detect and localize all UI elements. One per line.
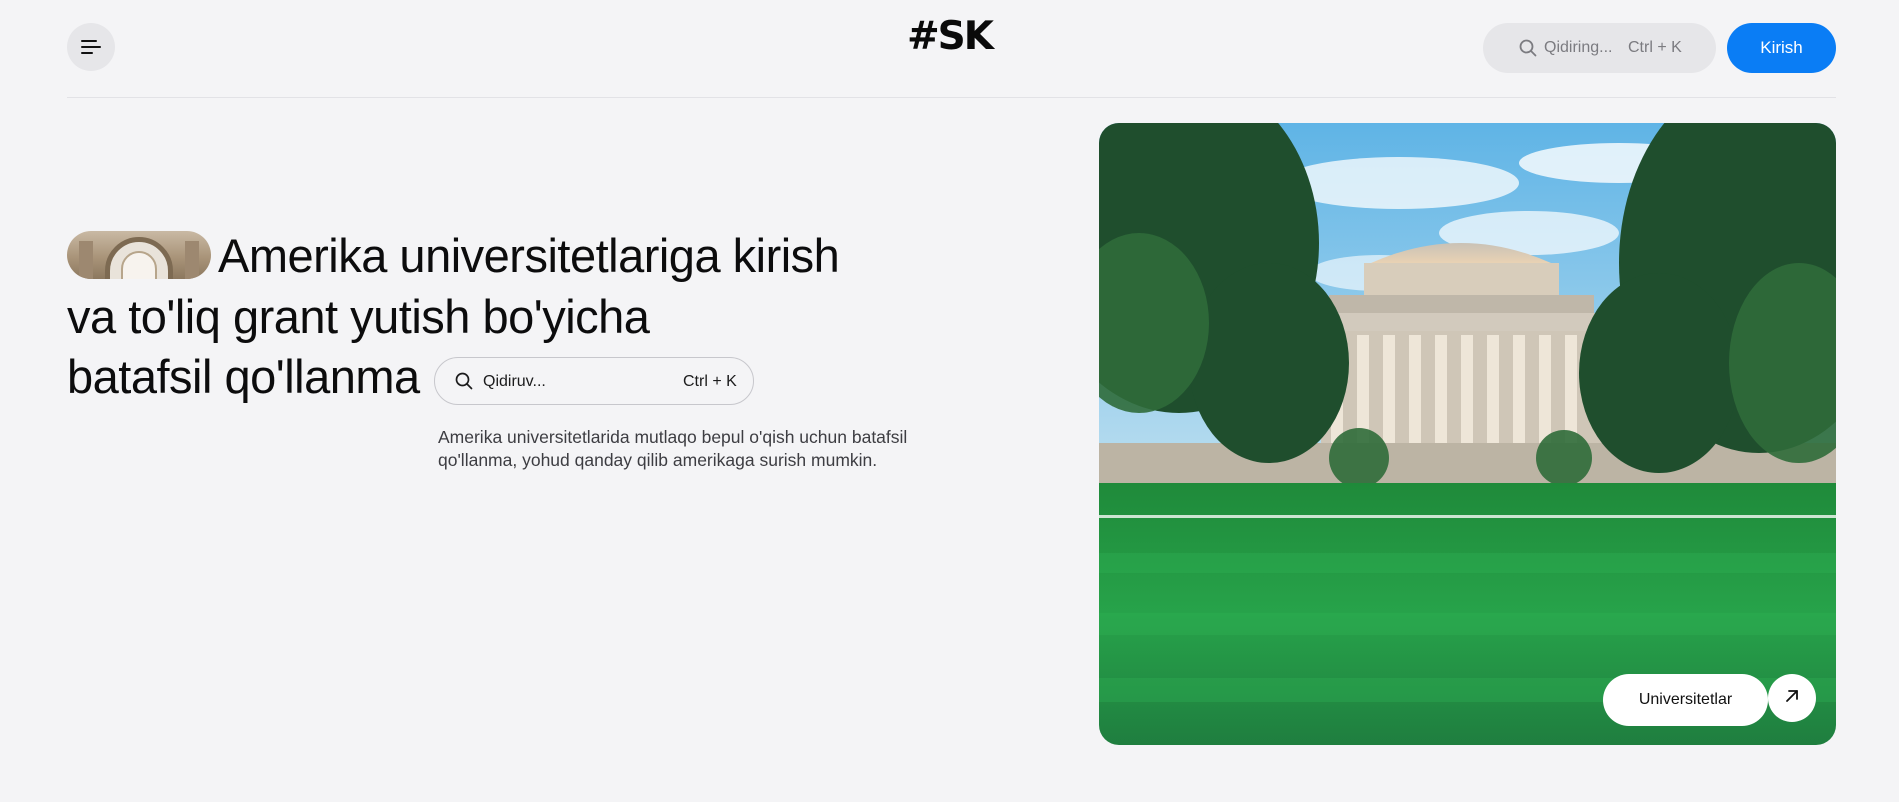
hero-search-shortcut: Ctrl + K	[683, 373, 737, 390]
header-divider	[67, 97, 1836, 98]
hero-search-input[interactable]: Qidiruv... Ctrl + K	[434, 357, 754, 405]
arrow-up-right-icon	[1784, 688, 1800, 709]
login-button[interactable]: Kirish	[1727, 23, 1836, 73]
header-search-placeholder: Qidiring...	[1544, 39, 1613, 56]
headline-thumbnail-image	[67, 231, 211, 279]
header-search-shortcut: Ctrl + K	[1628, 39, 1682, 56]
search-icon	[1519, 39, 1537, 62]
headline-line-1: Amerika universitetlariga kirish	[218, 229, 840, 282]
universities-arrow-button[interactable]	[1768, 674, 1816, 722]
campus-photo	[1099, 123, 1836, 745]
search-icon	[455, 372, 473, 395]
site-header: #SK Qidiring... Ctrl + K Kirish	[0, 0, 1899, 98]
headline-line-3: batafsil qo'llanma	[67, 350, 420, 403]
headline-line-2: va to'liq grant yutish bo'yicha	[67, 290, 650, 343]
hero-search-placeholder: Qidiruv...	[483, 373, 546, 390]
header-search-input[interactable]: Qidiring... Ctrl + K	[1483, 23, 1716, 73]
hero-description: Amerika universitetlarida mutlaqo bepul …	[438, 427, 908, 470]
universities-button[interactable]: Universitetlar	[1603, 674, 1768, 726]
